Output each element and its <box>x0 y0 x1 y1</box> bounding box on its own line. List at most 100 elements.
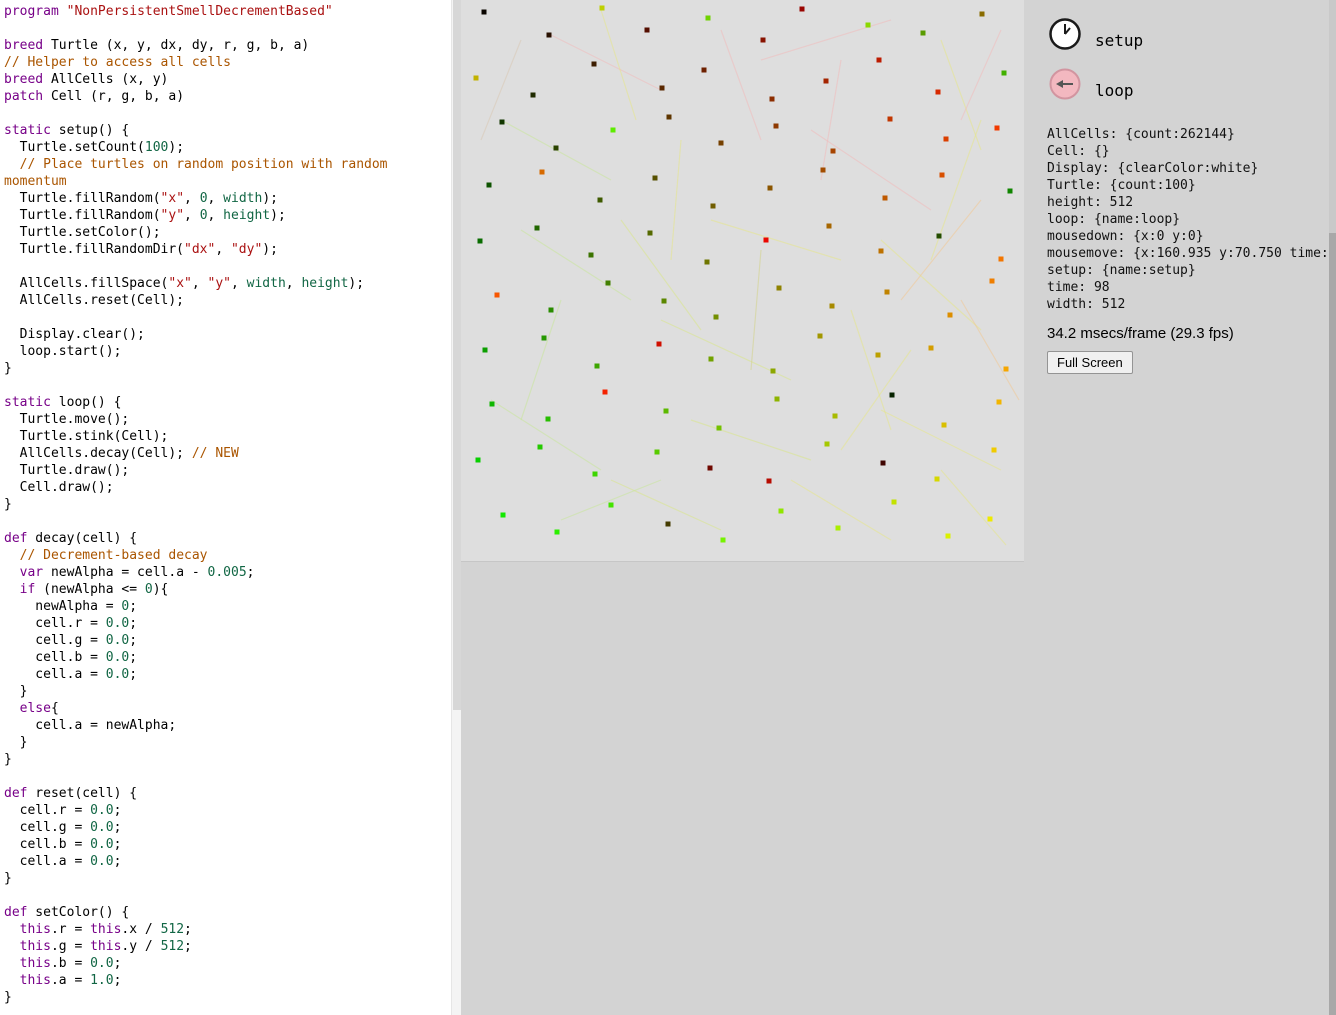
turtle <box>483 348 488 353</box>
code-line: Turtle.fillRandom("x", 0, width); <box>4 190 451 207</box>
turtle-trail <box>931 120 981 260</box>
code-line: AllCells.fillSpace("x", "y", width, heig… <box>4 275 451 292</box>
code-editor[interactable]: program "NonPersistentSmellDecrementBase… <box>0 0 451 1015</box>
code-line: static setup() { <box>4 122 451 139</box>
turtle-trail <box>821 60 841 180</box>
turtle-trail <box>481 40 521 140</box>
code-line: if (newAlpha <= 0){ <box>4 581 451 598</box>
fullscreen-button[interactable]: Full Screen <box>1047 351 1133 374</box>
turtle <box>593 472 598 477</box>
code-line: Turtle.setColor(); <box>4 224 451 241</box>
code-line: this.b = 0.0; <box>4 955 451 972</box>
code-line: static loop() { <box>4 394 451 411</box>
turtle <box>890 393 895 398</box>
code-line: cell.a = newAlpha; <box>4 717 451 734</box>
debug-line: width: 512 <box>1047 296 1330 313</box>
turtle <box>767 479 772 484</box>
code-line: Turtle.fillRandomDir("dx", "dy"); <box>4 241 451 258</box>
turtle <box>546 417 551 422</box>
loop-button[interactable] <box>1047 66 1083 102</box>
code-line: breed Turtle (x, y, dx, dy, r, g, b, a) <box>4 37 451 54</box>
turtle <box>944 137 949 142</box>
turtle <box>937 234 942 239</box>
window-scrollbar-thumb[interactable] <box>1329 233 1336 1015</box>
turtle <box>821 168 826 173</box>
setup-button[interactable] <box>1047 16 1083 52</box>
turtle <box>721 538 726 543</box>
code-line <box>4 377 451 394</box>
turtle <box>474 76 479 81</box>
turtle <box>888 117 893 122</box>
code-line: } <box>4 496 451 513</box>
turtle <box>885 290 890 295</box>
turtle-trail <box>521 230 631 300</box>
editor-scrollbar[interactable] <box>451 0 461 1015</box>
code-line: // Helper to access all cells <box>4 54 451 71</box>
turtle <box>655 450 660 455</box>
turtle <box>990 279 995 284</box>
turtle <box>774 124 779 129</box>
turtle <box>892 500 897 505</box>
turtle <box>770 97 775 102</box>
turtle-trail <box>961 300 1019 400</box>
turtle <box>600 6 605 11</box>
code-line: Turtle.setCount(100); <box>4 139 451 156</box>
turtle <box>999 257 1004 262</box>
turtle <box>995 126 1000 131</box>
code-line: } <box>4 989 451 1006</box>
code-line: } <box>4 360 451 377</box>
turtle <box>662 299 667 304</box>
code-line: cell.g = 0.0; <box>4 819 451 836</box>
turtle <box>711 204 716 209</box>
debug-line: AllCells: {count:262144} <box>1047 126 1330 143</box>
turtle <box>609 503 614 508</box>
editor-scrollbar-thumb[interactable] <box>453 0 461 710</box>
code-line: // Decrement-based decay <box>4 547 451 564</box>
turtle <box>771 369 776 374</box>
turtle <box>653 176 658 181</box>
code-line: AllCells.reset(Cell); <box>4 292 451 309</box>
turtle <box>547 33 552 38</box>
turtle <box>595 364 600 369</box>
code-line: program "NonPersistentSmellDecrementBase… <box>4 3 451 20</box>
code-line <box>4 513 451 530</box>
turtle-trail <box>881 240 981 330</box>
turtle-trail <box>491 400 601 470</box>
code-line: // Place turtles on random position with… <box>4 156 451 173</box>
turtle <box>501 513 506 518</box>
turtle <box>881 461 886 466</box>
turtle-trail <box>761 20 891 60</box>
code-line <box>4 20 451 37</box>
turtle <box>940 173 945 178</box>
code-line: breed AllCells (x, y) <box>4 71 451 88</box>
code-line: else{ <box>4 700 451 717</box>
turtle <box>831 149 836 154</box>
code-line: def decay(cell) { <box>4 530 451 547</box>
turtle <box>714 315 719 320</box>
code-line <box>4 258 451 275</box>
turtle <box>709 357 714 362</box>
turtle-trail <box>711 220 841 260</box>
window-scrollbar[interactable] <box>1329 0 1336 1015</box>
turtle <box>648 231 653 236</box>
turtle <box>592 62 597 67</box>
simulation-canvas[interactable] <box>461 0 1024 562</box>
code-line: cell.b = 0.0; <box>4 649 451 666</box>
code-line: } <box>4 683 451 700</box>
turtle <box>1008 189 1013 194</box>
turtle <box>478 239 483 244</box>
turtle-trail <box>751 250 761 370</box>
turtle <box>549 308 554 313</box>
turtle <box>666 522 671 527</box>
turtle <box>538 445 543 450</box>
debug-line: time: 98 <box>1047 279 1330 296</box>
code-line: this.r = this.x / 512; <box>4 921 451 938</box>
turtle-trail <box>961 30 1001 120</box>
code-line: Turtle.draw(); <box>4 462 451 479</box>
code-line: this.g = this.y / 512; <box>4 938 451 955</box>
turtle-trail <box>561 480 661 520</box>
code-line: AllCells.decay(Cell); // NEW <box>4 445 451 462</box>
turtle <box>836 526 841 531</box>
turtle <box>992 448 997 453</box>
loop-button-label: loop <box>1095 81 1134 102</box>
